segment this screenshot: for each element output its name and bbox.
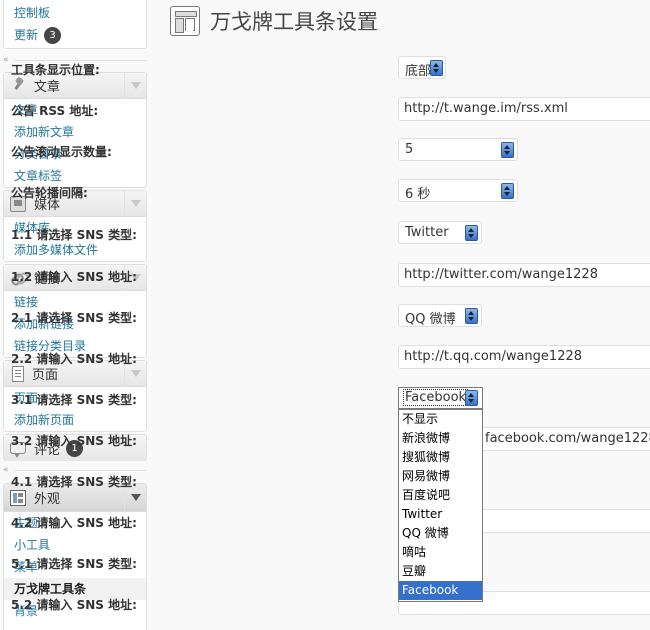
menu-toggle-button[interactable] <box>124 191 146 216</box>
dropdown-option[interactable]: 百度说吧 <box>399 486 482 505</box>
sns3-type-label: 3.1 请选择 SNS 类型: <box>11 393 137 407</box>
select-value: 6 秒 <box>405 187 431 202</box>
dropdown-option[interactable]: 搜狐微博 <box>399 448 482 467</box>
sns2-type-select[interactable]: QQ 微博 <box>398 304 482 327</box>
sidebar-item-updates[interactable]: 更新 3 <box>4 24 146 46</box>
dropdown-option[interactable]: QQ 微博 <box>399 524 482 543</box>
menu-title: 文章 <box>34 80 61 95</box>
chevron-down-icon <box>130 494 141 501</box>
select-value: Twitter <box>405 225 449 240</box>
sns5-type-label: 5.1 请选择 SNS 类型: <box>11 557 137 571</box>
appearance-icon <box>10 489 26 506</box>
sidebar-item-widgets[interactable]: 小工具 <box>4 534 146 556</box>
settings-page-icon <box>170 6 200 36</box>
scroll-count-label: 公告滚动显示数量: <box>11 145 112 159</box>
sns1-url-label: 1.2 请输入 SNS 地址: <box>11 270 137 284</box>
sidebar-item-dashboard[interactable]: 控制板 <box>4 2 146 24</box>
page-title: 万戈牌工具条设置 <box>210 10 378 34</box>
sns5-url-label: 5.2 请输入 SNS 地址: <box>11 598 137 612</box>
sidebar-item-add-page[interactable]: 添加新页面 <box>4 409 146 431</box>
dropdown-option[interactable]: Twitter <box>399 505 482 524</box>
sns3-type-dropdown-list: 不显示 新浪微博 搜狐微博 网易微博 百度说吧 Twitter QQ 微博 嘀咕… <box>398 409 483 602</box>
sns2-url-label: 2.2 请输入 SNS 地址: <box>11 352 137 366</box>
menu-title: 外观 <box>34 492 61 507</box>
spinner-icon <box>501 142 514 158</box>
dropdown-option[interactable]: 豆瓣 <box>399 562 482 581</box>
select-value: QQ 微博 <box>405 312 456 327</box>
chevron-down-icon <box>130 82 141 89</box>
dropdown-option[interactable]: 不显示 <box>399 410 482 429</box>
chevron-down-icon <box>130 370 141 377</box>
select-value: 底部 <box>405 64 432 79</box>
select-value: Facebook <box>403 389 469 406</box>
rss-url-input[interactable]: http://t.wange.im/rss.xml <box>398 97 650 121</box>
spinner-icon <box>465 308 478 324</box>
dropdown-option[interactable]: 嘀咕 <box>399 543 482 562</box>
spinner-icon <box>465 390 478 406</box>
rotate-interval-label: 公告轮播间隔: <box>11 186 88 200</box>
toolbar-position-label: 工具条显示位置: <box>11 63 100 77</box>
rss-url-label: 公告 RSS 地址: <box>11 104 99 118</box>
select-value: 5 <box>405 142 414 157</box>
sns2-type-label: 2.1 请选择 SNS 类型: <box>11 311 137 325</box>
menu-toggle-button[interactable] <box>124 73 146 98</box>
update-count-badge: 3 <box>44 27 62 44</box>
rotate-interval-select[interactable]: 6 秒 <box>398 179 518 202</box>
spinner-icon <box>501 183 514 199</box>
spinner-icon <box>430 60 443 76</box>
sns1-url-input[interactable]: http://twitter.com/wange1228 <box>398 263 650 287</box>
sidebar-item-label: 更新 <box>14 28 39 42</box>
dashboard-menu: 控制板 更新 3 <box>3 0 147 49</box>
sidebar-item-add-post[interactable]: 添加新文章 <box>4 121 146 143</box>
chevron-down-icon <box>130 200 141 207</box>
sns4-url-label: 4.2 请输入 SNS 地址: <box>11 516 137 530</box>
scroll-count-select[interactable]: 5 <box>398 138 518 161</box>
dropdown-option[interactable]: 新浪微博 <box>399 429 482 448</box>
sns4-type-label: 4.1 请选择 SNS 类型: <box>11 475 137 489</box>
toolbar-position-select[interactable]: 底部 <box>398 56 446 79</box>
dropdown-option-highlighted[interactable]: Facebook <box>399 581 482 600</box>
sns3-url-label: 3.2 请输入 SNS 地址: <box>11 434 137 448</box>
pin-icon <box>10 78 26 94</box>
sns1-type-select[interactable]: Twitter <box>398 221 482 244</box>
sidebar-item-label: 控制板 <box>14 6 51 20</box>
dropdown-option[interactable]: 网易微博 <box>399 467 482 486</box>
posts-menu: 文章 文章 添加新文章 分类目录 文章标签 <box>3 72 147 188</box>
spinner-icon <box>465 225 478 241</box>
sns1-type-label: 1.1 请选择 SNS 类型: <box>11 228 137 242</box>
page-icon <box>12 365 24 382</box>
sns3-type-select[interactable]: Facebook <box>398 387 483 409</box>
sns2-url-input[interactable]: http://t.qq.com/wange1228 <box>398 345 650 369</box>
